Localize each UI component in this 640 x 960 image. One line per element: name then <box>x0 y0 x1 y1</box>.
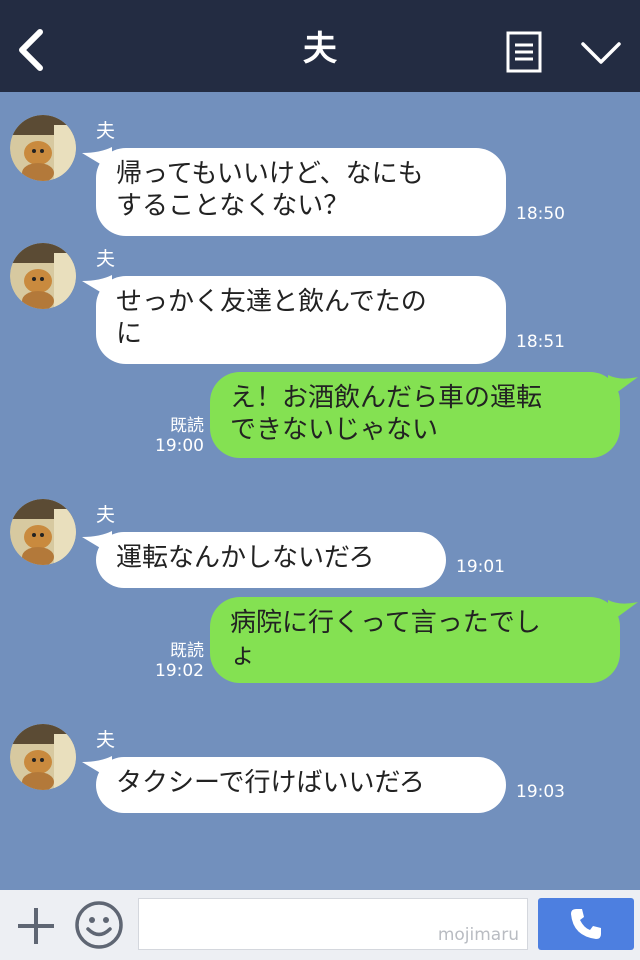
emoji-icon[interactable] <box>74 900 124 950</box>
avatar[interactable] <box>10 115 76 181</box>
timestamp: 19:01 <box>456 557 505 577</box>
avatar[interactable] <box>10 243 76 309</box>
read-receipt: 既読 19:02 <box>150 641 204 681</box>
sender-name: 夫 <box>96 120 116 142</box>
sender-name: 夫 <box>96 248 116 270</box>
plus-icon[interactable] <box>14 904 58 948</box>
timestamp: 19:02 <box>155 661 204 681</box>
bubble-tail <box>608 600 638 624</box>
message-bubble[interactable]: 運転なんかしないだろ <box>96 532 446 588</box>
chat-header: 夫 <box>0 0 640 92</box>
timestamp: 18:50 <box>516 204 565 224</box>
chat-title: 夫 <box>303 29 337 69</box>
sender-name: 夫 <box>96 729 116 751</box>
message-bubble[interactable]: え！お酒飲んだら車の運転 できないじゃない <box>210 372 620 458</box>
phone-icon <box>571 909 601 939</box>
read-label: 既読 <box>170 416 204 436</box>
call-button[interactable] <box>538 898 634 950</box>
timestamp: 18:51 <box>516 332 565 352</box>
timestamp: 19:00 <box>155 436 204 456</box>
chevron-down-icon[interactable] <box>580 40 622 66</box>
sender-name: 夫 <box>96 504 116 526</box>
avatar[interactable] <box>10 499 76 565</box>
note-menu-icon[interactable] <box>506 31 542 73</box>
message-input[interactable]: mojimaru <box>138 898 528 950</box>
message-bubble[interactable]: タクシーで行けばいいだろ <box>96 757 506 813</box>
message-list[interactable]: 夫 帰ってもいいけど、なにも することなくない？ 18:50 夫 せっかく友達と… <box>0 92 640 890</box>
read-label: 既読 <box>170 641 204 661</box>
read-receipt: 既読 19:00 <box>150 416 204 456</box>
message-bubble[interactable]: 病院に行くって言ったでし ょ <box>210 597 620 683</box>
timestamp: 19:03 <box>516 782 565 802</box>
message-bubble[interactable]: 帰ってもいいけど、なにも することなくない？ <box>96 148 506 236</box>
bubble-tail <box>608 375 638 399</box>
watermark: mojimaru <box>437 925 519 945</box>
avatar[interactable] <box>10 724 76 790</box>
message-bubble[interactable]: せっかく友達と飲んでたの に <box>96 276 506 364</box>
